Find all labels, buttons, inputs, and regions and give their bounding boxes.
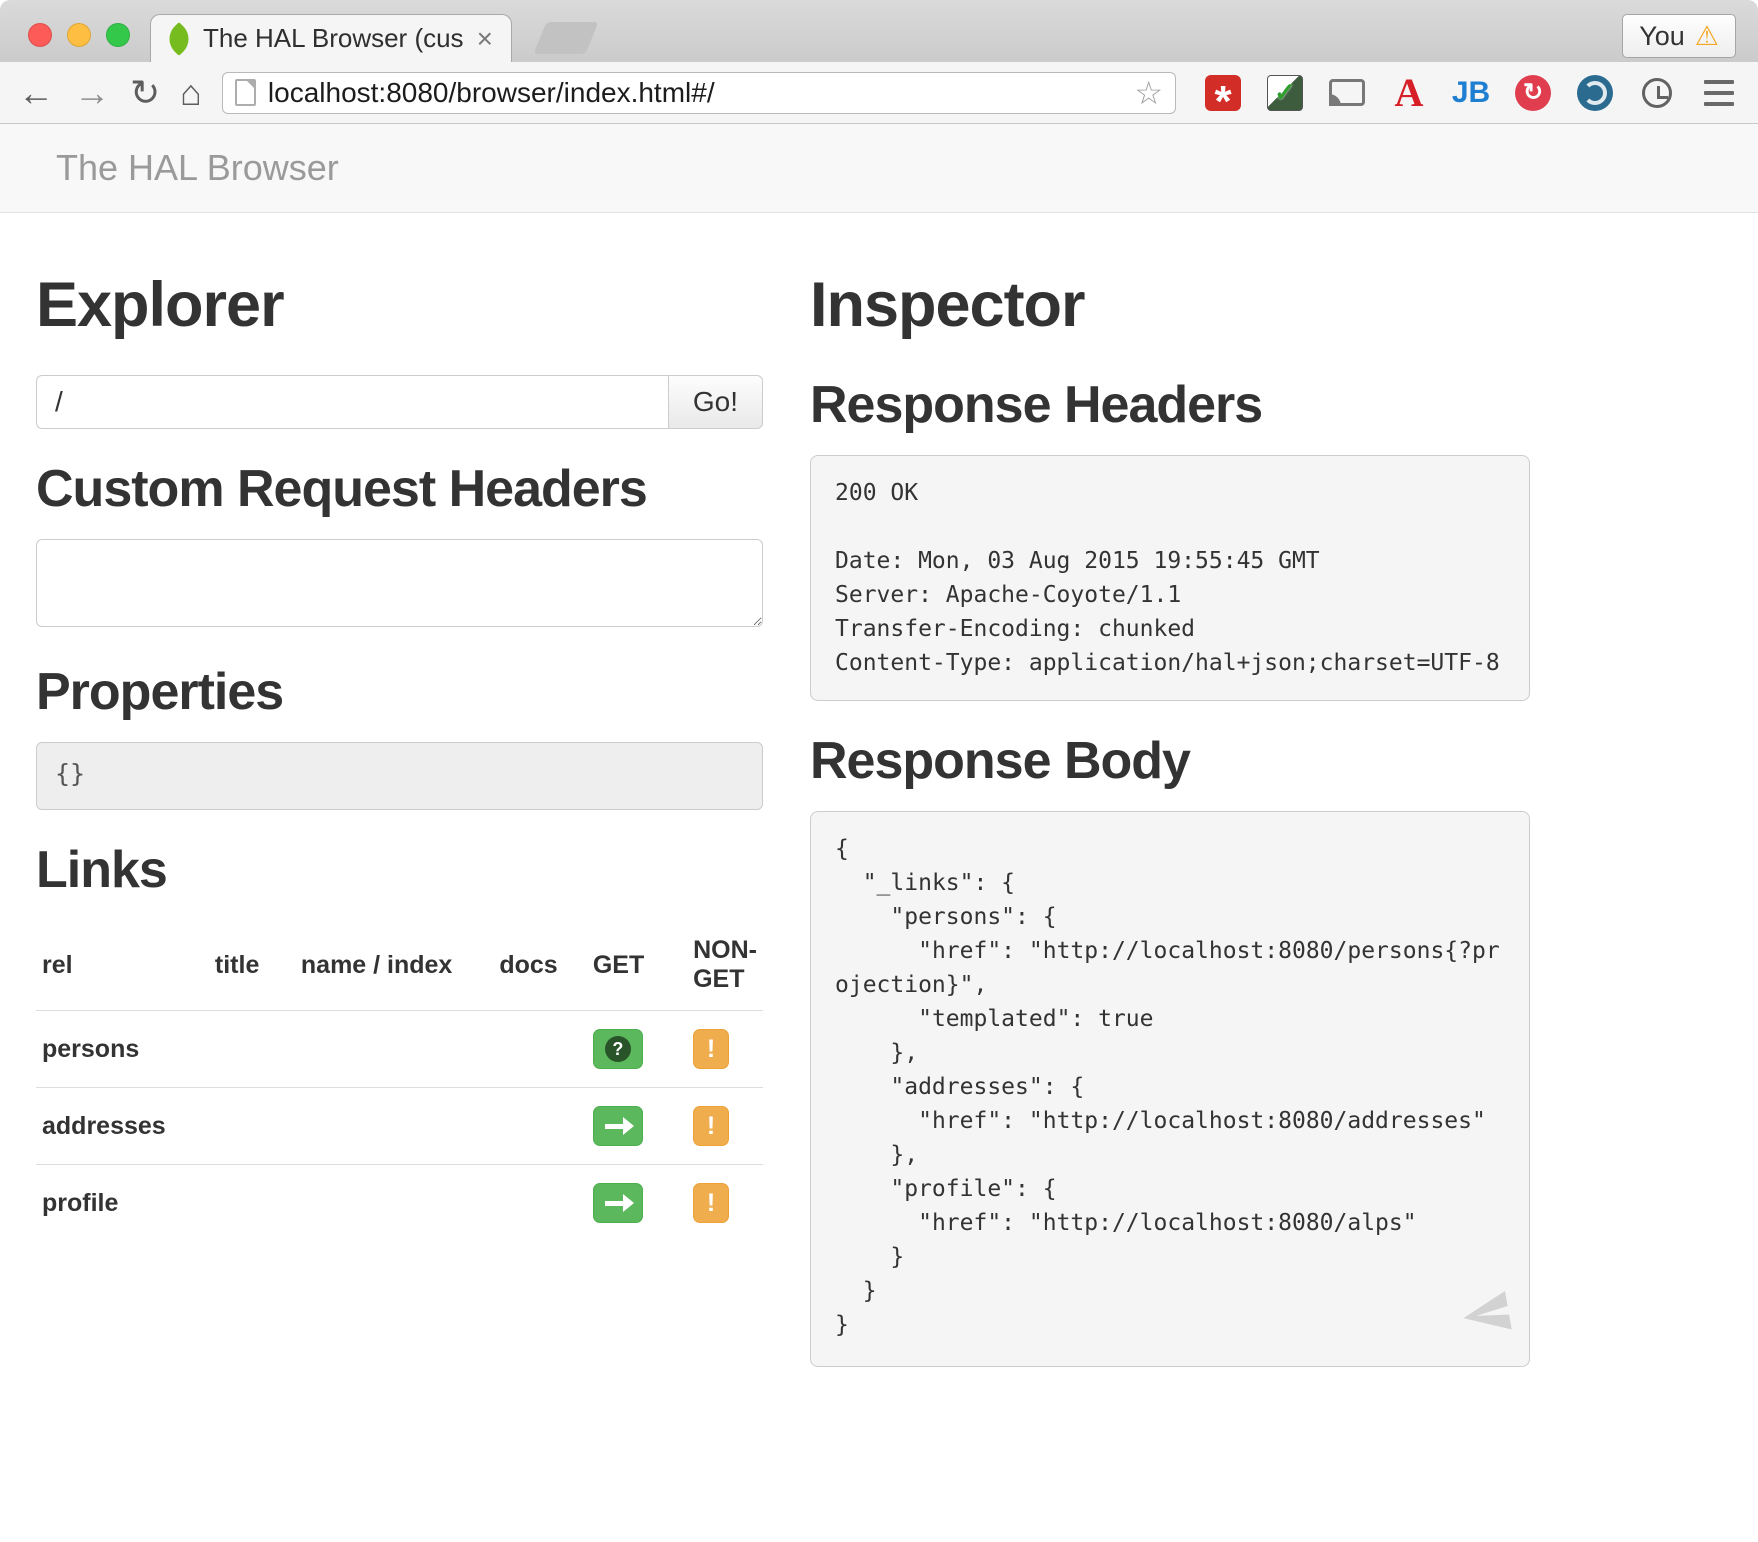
site-brand: The HAL Browser [56, 147, 339, 189]
rel-label: profile [42, 1189, 118, 1217]
profile-you-button[interactable]: You ⚠ [1622, 14, 1736, 58]
links-col-rel: rel [36, 920, 209, 1011]
paper-plane-icon [1457, 1284, 1517, 1344]
jetbrains-extension-icon[interactable]: JB [1450, 71, 1492, 115]
window-minimize-button[interactable] [67, 23, 91, 47]
links-col-title: title [209, 920, 295, 1011]
history-icon[interactable] [1636, 71, 1678, 115]
tab-strip: The HAL Browser (customiz × You ⚠ [0, 0, 1758, 62]
sync-glyph: ↻ [1523, 78, 1543, 107]
links-col-get: GET [587, 920, 687, 1011]
site-navbar: The HAL Browser [0, 124, 1758, 213]
lastpass-extension-icon[interactable]: * [1202, 71, 1244, 115]
check-glyph: ✓ [1274, 77, 1296, 108]
asterisk-glyph: * [1214, 77, 1231, 127]
explorer-title: Explorer [36, 269, 763, 341]
response-headers-panel: 200 OK Date: Mon, 03 Aug 2015 19:55:45 G… [810, 455, 1530, 701]
response-headers-title: Response Headers [810, 375, 1530, 435]
exclamation-icon [707, 1112, 715, 1141]
non-get-button[interactable] [693, 1106, 729, 1146]
get-button[interactable] [593, 1029, 643, 1069]
cast-extension-icon[interactable] [1326, 71, 1368, 115]
question-circle-icon [605, 1036, 631, 1062]
response-body-panel: { "_links": { "persons": { "href": "http… [810, 811, 1530, 1367]
hamburger-icon [1704, 80, 1734, 106]
table-row: profile [36, 1165, 763, 1242]
back-button[interactable]: ← [18, 75, 54, 111]
arrow-right-icon [605, 1124, 623, 1129]
custom-request-headers-textarea[interactable] [36, 539, 763, 627]
adobe-a-glyph: A [1395, 69, 1424, 116]
you-button-label: You [1639, 21, 1685, 52]
response-body-title: Response Body [810, 731, 1530, 791]
browser-tab[interactable]: The HAL Browser (customiz × [150, 14, 512, 62]
red-circle: ↻ [1515, 75, 1551, 111]
blue-app-extension-icon[interactable] [1574, 71, 1616, 115]
page-icon [235, 79, 256, 106]
non-get-button[interactable] [693, 1183, 729, 1223]
response-headers-text: 200 OK Date: Mon, 03 Aug 2015 19:55:45 G… [835, 476, 1505, 680]
blue-circle [1577, 75, 1613, 111]
arrow-right-icon [605, 1201, 623, 1206]
inspector-title: Inspector [810, 269, 1530, 341]
inspector-column: Inspector Response Headers 200 OK Date: … [810, 213, 1530, 1367]
get-button[interactable] [593, 1183, 643, 1223]
lastpass-square: * [1205, 75, 1241, 111]
rel-label: addresses [42, 1112, 166, 1140]
properties-value-box: {} [36, 742, 763, 810]
links-col-docs: docs [493, 920, 587, 1011]
checker-extension-icon[interactable]: ✓ [1264, 71, 1306, 115]
warning-icon: ⚠ [1695, 21, 1719, 52]
url-text[interactable]: localhost:8080/browser/index.html#/ [268, 77, 1122, 109]
exclamation-icon [707, 1035, 715, 1064]
bookmark-star-icon[interactable]: ☆ [1134, 74, 1163, 112]
cast-screen-shape [1329, 79, 1365, 106]
rel-label: persons [42, 1035, 139, 1063]
window-close-button[interactable] [28, 23, 52, 47]
exclamation-icon [707, 1189, 715, 1218]
page-content: Explorer Go! Custom Request Headers Prop… [0, 213, 1758, 1367]
explorer-address-input[interactable] [36, 375, 668, 429]
check-square: ✓ [1267, 75, 1303, 111]
forward-button[interactable]: → [74, 75, 110, 111]
links-title: Links [36, 840, 763, 900]
sync-extension-icon[interactable]: ↻ [1512, 71, 1554, 115]
get-button[interactable] [593, 1106, 643, 1146]
links-table: rel title name / index docs GET NON-GET … [36, 920, 763, 1241]
address-bar[interactable]: localhost:8080/browser/index.html#/ ☆ [222, 72, 1176, 114]
custom-request-headers-title: Custom Request Headers [36, 459, 763, 519]
adobe-extension-icon[interactable]: A [1388, 71, 1430, 115]
jb-glyph: JB [1452, 76, 1490, 110]
chrome-menu-button[interactable] [1698, 71, 1740, 115]
table-row: addresses [36, 1088, 763, 1165]
reload-button[interactable]: ↻ [130, 75, 160, 111]
links-col-non-get: NON-GET [687, 920, 763, 1011]
properties-title: Properties [36, 662, 763, 722]
go-button[interactable]: Go! [668, 375, 763, 429]
explorer-column: Explorer Go! Custom Request Headers Prop… [36, 213, 763, 1241]
browser-toolbar: ← → ↻ ⌂ localhost:8080/browser/index.htm… [0, 62, 1758, 124]
clock-shape [1642, 78, 1672, 108]
home-button[interactable]: ⌂ [180, 75, 202, 111]
links-col-name-index: name / index [295, 920, 493, 1011]
tab-close-icon[interactable]: × [475, 23, 495, 55]
new-tab-button[interactable] [534, 22, 599, 54]
response-body-text: { "_links": { "persons": { "href": "http… [835, 832, 1505, 1342]
spring-leaf-favicon [162, 22, 196, 56]
explorer-address-group: Go! [36, 375, 763, 429]
window-controls [28, 23, 130, 47]
tab-title: The HAL Browser (customiz [203, 23, 463, 54]
table-row: persons [36, 1011, 763, 1088]
window-zoom-button[interactable] [106, 23, 130, 47]
non-get-button[interactable] [693, 1029, 729, 1069]
